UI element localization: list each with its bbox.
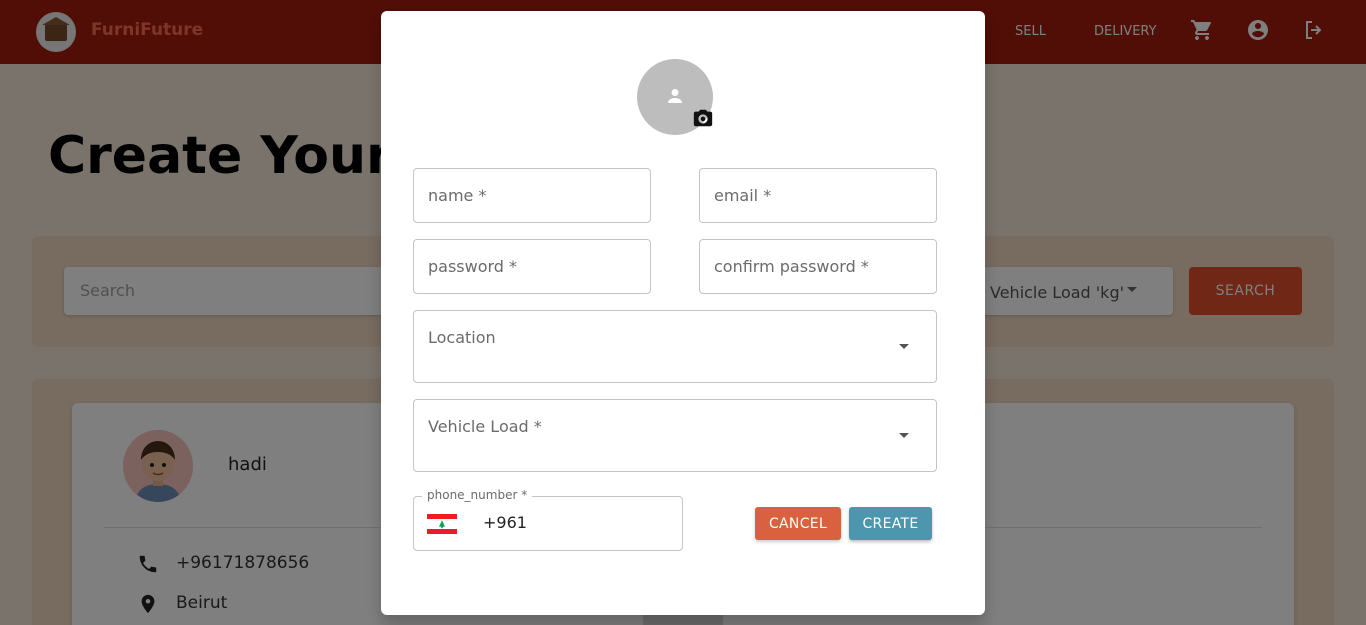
location-select[interactable]: Location bbox=[413, 310, 937, 383]
person-icon bbox=[668, 89, 682, 103]
chevron-down-icon bbox=[899, 344, 909, 349]
create-button[interactable]: CREATE bbox=[849, 507, 932, 540]
location-label: Location bbox=[428, 328, 496, 347]
email-placeholder: email * bbox=[714, 186, 772, 205]
lebanon-flag-icon[interactable] bbox=[427, 514, 457, 534]
chevron-down-icon bbox=[899, 433, 909, 438]
phone-number-value[interactable]: +961 bbox=[483, 513, 527, 532]
phone-number-label: phone_number * bbox=[422, 488, 533, 502]
name-field[interactable]: name * bbox=[413, 168, 651, 223]
confirm-password-field[interactable]: confirm password * bbox=[699, 239, 937, 294]
vehicle-load-select[interactable]: Vehicle Load * bbox=[413, 399, 937, 472]
name-placeholder: name * bbox=[428, 186, 487, 205]
password-field[interactable]: password * bbox=[413, 239, 651, 294]
confirm-password-placeholder: confirm password * bbox=[714, 257, 869, 276]
email-field[interactable]: email * bbox=[699, 168, 937, 223]
vehicle-load-label: Vehicle Load * bbox=[428, 417, 542, 436]
camera-icon[interactable] bbox=[692, 107, 714, 129]
password-placeholder: password * bbox=[428, 257, 518, 276]
cancel-button[interactable]: CANCEL bbox=[755, 507, 841, 540]
create-driver-dialog: name * email * password * confirm passwo… bbox=[381, 11, 985, 615]
